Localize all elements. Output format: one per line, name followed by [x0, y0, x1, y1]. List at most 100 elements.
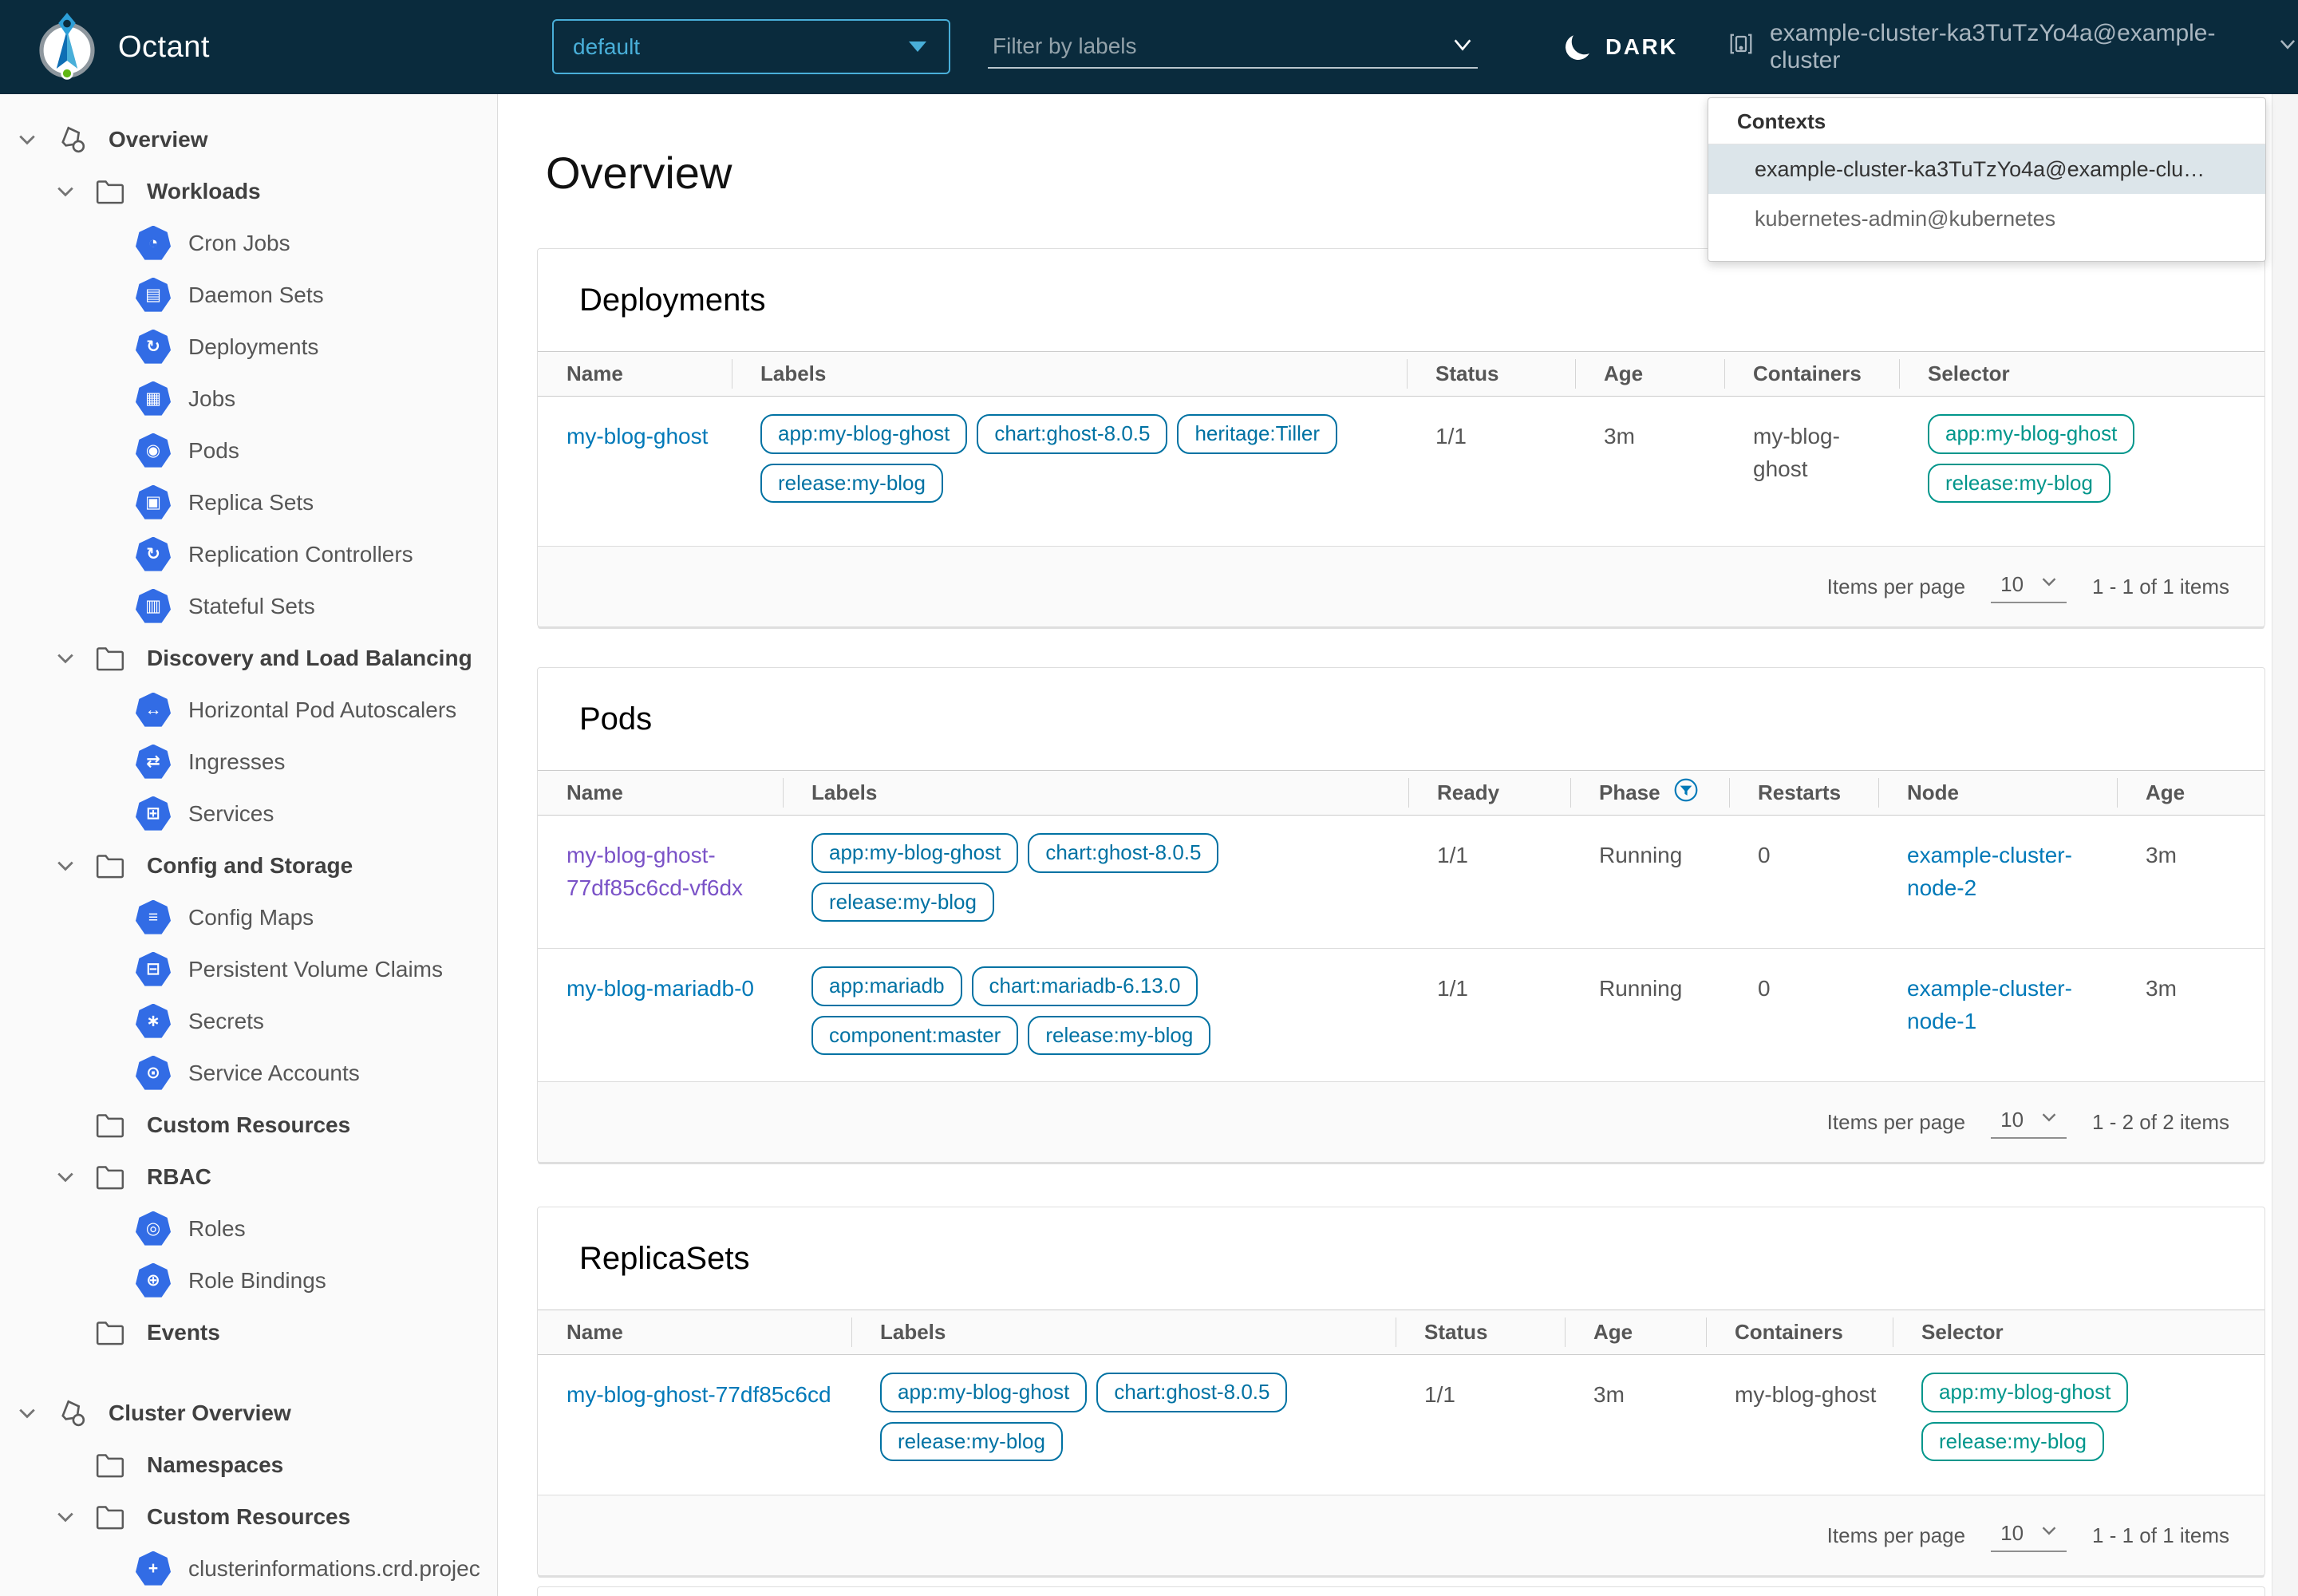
k8s-label: component:master — [811, 1016, 1018, 1056]
cell-node: example-cluster-node-1 — [1878, 949, 2117, 1081]
chevron-down-icon[interactable] — [54, 855, 94, 877]
column-header-label: Age — [1593, 1320, 1633, 1345]
sidebar-item-rbac[interactable]: RBAC — [0, 1151, 497, 1203]
context-switcher[interactable]: example-cluster-ka3TuTzYo4a@example-clus… — [1727, 0, 2298, 94]
resource-link[interactable]: my-blog-ghost — [567, 424, 708, 448]
chevron-down-icon[interactable] — [54, 647, 94, 670]
resource-link[interactable]: my-blog-ghost-77df85c6cd — [567, 1382, 831, 1407]
sidebar-item-discovery-and-load-balancing[interactable]: Discovery and Load Balancing — [0, 632, 497, 684]
sidebar-item-ingresses[interactable]: ⇄Ingresses — [0, 736, 497, 788]
scrollbar[interactable] — [2272, 94, 2298, 1596]
column-header-ready: Ready — [1408, 771, 1570, 815]
sidebar-item-label: Services — [188, 801, 274, 827]
sidebar-item-stateful-sets[interactable]: ▥Stateful Sets — [0, 580, 497, 632]
chevron-down-icon — [2277, 34, 2298, 61]
pagination-footer: Items per page101 - 2 of 2 items — [538, 1082, 2264, 1162]
cronjob-icon: ◔ — [136, 226, 188, 261]
sidebar-item-custom-resources[interactable]: Custom Resources — [0, 1491, 497, 1543]
cell-text: 3m — [1604, 424, 1635, 448]
sidebar-item-jobs[interactable]: ▦Jobs — [0, 373, 497, 425]
cell-status: 1/1 — [1396, 1355, 1565, 1495]
column-header-label: Labels — [880, 1320, 946, 1345]
sidebar-item-label: Custom Resources — [147, 1504, 350, 1530]
sidebar-item-pods[interactable]: ◉Pods — [0, 425, 497, 476]
context-menu-item[interactable]: kubernetes-admin@kubernetes — [1708, 194, 2265, 243]
column-header-label: Restarts — [1758, 780, 1841, 805]
sidebar-item-custom-resources[interactable]: Custom Resources — [0, 1099, 497, 1151]
page-size-select[interactable]: 10 — [1991, 1519, 2067, 1552]
namespace-select[interactable]: default — [552, 19, 950, 74]
sidebar-item-secrets[interactable]: ∗Secrets — [0, 995, 497, 1047]
serviceaccount-icon: ⊙ — [136, 1056, 188, 1091]
sidebar-item-events[interactable]: Events — [0, 1306, 497, 1358]
card-pods: PodsNameLabelsReadyPhaseRestartsNodeAgem… — [537, 667, 2265, 1163]
sidebar-item-role-bindings[interactable]: ⊕Role Bindings — [0, 1254, 497, 1306]
sidebar-item-replica-sets[interactable]: ▣Replica Sets — [0, 476, 497, 528]
sidebar-item-daemon-sets[interactable]: ▤Daemon Sets — [0, 269, 497, 321]
job-icon: ▦ — [136, 381, 188, 417]
chevron-down-icon[interactable] — [54, 1506, 94, 1528]
column-header-name: Name — [538, 352, 732, 396]
sidebar-item-workloads[interactable]: Workloads — [0, 165, 497, 217]
sidebar-item-cluster-overview[interactable]: Cluster Overview — [0, 1387, 497, 1439]
service-icon: ⊞ — [136, 796, 188, 832]
contexts-dropdown: Contexts example-cluster-ka3TuTzYo4a@exa… — [1708, 97, 2266, 262]
sidebar-item-cron-jobs[interactable]: ◔Cron Jobs — [0, 217, 497, 269]
chevron-down-icon — [2039, 1108, 2059, 1132]
chevron-down-icon[interactable] — [54, 180, 94, 203]
folder-icon — [94, 850, 147, 882]
resource-link[interactable]: example-cluster-node-1 — [1907, 976, 2072, 1033]
chevron-down-icon[interactable] — [16, 1402, 56, 1424]
sidebar-item-service-accounts[interactable]: ⊙Service Accounts — [0, 1047, 497, 1099]
octant-logo-icon — [35, 10, 99, 85]
sidebar-item-deployments[interactable]: ↻Deployments — [0, 321, 497, 373]
filter-icon[interactable] — [1673, 777, 1699, 808]
page-size-select[interactable]: 10 — [1991, 1106, 2067, 1139]
resource-link[interactable]: my-blog-ghost-77df85c6cd-vf6dx — [567, 843, 743, 900]
label-filter-input[interactable] — [991, 33, 1406, 60]
column-header-label: Ready — [1437, 780, 1499, 805]
resource-link[interactable]: my-blog-mariadb-0 — [567, 976, 754, 1001]
k8s-label: chart:ghost-8.0.5 — [1028, 833, 1218, 873]
resource-link[interactable]: example-cluster-node-2 — [1907, 843, 2072, 900]
column-header-restarts: Restarts — [1729, 771, 1878, 815]
k8s-label: chart:ghost-8.0.5 — [977, 414, 1167, 454]
table-header-row: NameLabelsStatusAgeContainersSelector — [538, 1310, 2264, 1355]
sidebar-item-services[interactable]: ⊞Services — [0, 788, 497, 839]
sidebar-item-config-and-storage[interactable]: Config and Storage — [0, 839, 497, 891]
page-size-select[interactable]: 10 — [1991, 571, 2067, 603]
sidebar-item-config-maps[interactable]: ≡Config Maps — [0, 891, 497, 943]
rolebinding-icon: ⊕ — [136, 1263, 188, 1298]
k8s-label: chart:mariadb-6.13.0 — [972, 966, 1198, 1006]
column-header-label: Name — [567, 1320, 623, 1345]
column-header-age: Age — [1565, 1310, 1706, 1354]
section-title: Deployments — [538, 249, 2264, 351]
sidebar-item-label: clusterinformations.crd.projec — [188, 1556, 480, 1582]
sidebar-item-label: Cron Jobs — [188, 231, 290, 256]
applications-icon — [56, 123, 109, 156]
folder-icon — [94, 1449, 147, 1481]
sidebar-item-clusterinformations-crd-projec[interactable]: +clusterinformations.crd.projec — [0, 1543, 497, 1594]
secret-icon: ∗ — [136, 1004, 188, 1039]
sidebar-item-namespaces[interactable]: Namespaces — [0, 1439, 497, 1491]
items-per-page-label: Items per page — [1827, 1523, 1965, 1548]
sidebar-item-overview[interactable]: Overview — [0, 113, 497, 165]
label-filter[interactable] — [988, 26, 1478, 69]
cell-phase: Running — [1570, 949, 1729, 1081]
main-content: Overview DeploymentsNameLabelsStatusAgeC… — [498, 94, 2272, 1596]
sidebar-item-replication-controllers[interactable]: ↻Replication Controllers — [0, 528, 497, 580]
cell-labels: app:mariadbchart:mariadb-6.13.0component… — [783, 949, 1408, 1081]
cell-name: my-blog-ghost-77df85c6cd — [538, 1355, 851, 1495]
table-row: my-blog-ghost-77df85c6cd-vf6dxapp:my-blo… — [538, 816, 2264, 949]
theme-toggle[interactable]: DARK — [1566, 0, 1678, 94]
chevron-down-icon[interactable] — [16, 128, 56, 151]
context-menu-item[interactable]: example-cluster-ka3TuTzYo4a@example-clu… — [1708, 144, 2265, 194]
chevron-down-icon[interactable] — [1451, 33, 1475, 61]
chevron-down-icon[interactable] — [54, 1166, 94, 1188]
sidebar-item-persistent-volume-claims[interactable]: ⊟Persistent Volume Claims — [0, 943, 497, 995]
sidebar-item-roles[interactable]: ◎Roles — [0, 1203, 497, 1254]
sidebar-item-horizontal-pod-autoscalers[interactable]: ↔Horizontal Pod Autoscalers — [0, 684, 497, 736]
folder-icon — [94, 1317, 147, 1349]
column-header-phase: Phase — [1570, 771, 1729, 815]
hpa-icon: ↔ — [136, 693, 188, 728]
